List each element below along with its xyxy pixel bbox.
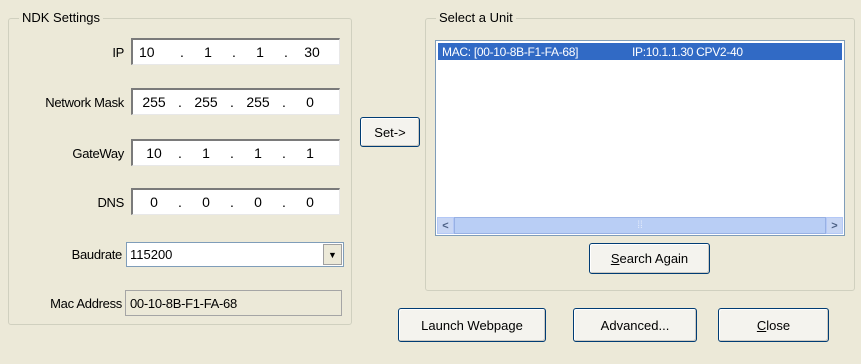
select-unit-title: Select a Unit <box>436 10 516 25</box>
gateway-octet-4[interactable]: 1 <box>289 145 331 161</box>
dns-octet-1[interactable]: 0 <box>133 194 175 210</box>
dns-octet-2[interactable]: 0 <box>185 194 227 210</box>
baudrate-select[interactable]: 115200 ▼ <box>126 242 344 267</box>
ip-label: IP <box>112 45 124 60</box>
unit-mac: MAC: [00-10-8B-F1-FA-68] <box>442 44 579 59</box>
ndk-settings-title: NDK Settings <box>19 10 104 25</box>
gateway-octet-1[interactable]: 10 <box>133 145 175 161</box>
arrow-left-icon[interactable]: < <box>437 217 454 234</box>
ip-octet-1[interactable]: 10 <box>133 44 177 60</box>
gateway-octet-2[interactable]: 1 <box>185 145 227 161</box>
list-item[interactable]: MAC: [00-10-8B-F1-FA-68] IP:10.1.1.30 CP… <box>438 43 842 60</box>
unit-ip: IP:10.1.1.30 CPV2-40 <box>632 44 743 59</box>
horizontal-scrollbar[interactable]: < ⁞⁞ > <box>437 217 843 234</box>
launch-webpage-button[interactable]: Launch Webpage <box>398 308 546 342</box>
advanced-button[interactable]: Advanced... <box>573 308 697 342</box>
gateway-input[interactable]: 10 . 1 . 1 . 1 <box>131 139 340 166</box>
dns-octet-3[interactable]: 0 <box>237 194 279 210</box>
close-button[interactable]: Close <box>718 308 829 342</box>
scrollbar-track[interactable]: ⁞⁞ <box>454 217 826 234</box>
ip-octet-2[interactable]: 1 <box>187 44 229 60</box>
arrow-right-icon[interactable]: > <box>826 217 843 234</box>
mask-octet-4[interactable]: 0 <box>289 94 331 110</box>
network-mask-input[interactable]: 255 . 255 . 255 . 0 <box>131 88 340 115</box>
dns-input[interactable]: 0 . 0 . 0 . 0 <box>131 188 340 215</box>
network-mask-label: Network Mask <box>45 95 124 110</box>
ip-address-input[interactable]: 10 . 1 . 1 . 30 <box>131 38 340 65</box>
dns-octet-4[interactable]: 0 <box>289 194 331 210</box>
mask-octet-3[interactable]: 255 <box>237 94 279 110</box>
ip-octet-3[interactable]: 1 <box>239 44 281 60</box>
ip-octet-4[interactable]: 30 <box>291 44 333 60</box>
baudrate-value: 115200 <box>130 247 173 262</box>
mask-octet-2[interactable]: 255 <box>185 94 227 110</box>
mac-address-label: Mac Address <box>50 296 122 311</box>
unit-list[interactable]: MAC: [00-10-8B-F1-FA-68] IP:10.1.1.30 CP… <box>435 40 845 236</box>
mask-octet-1[interactable]: 255 <box>133 94 175 110</box>
gateway-octet-3[interactable]: 1 <box>237 145 279 161</box>
chevron-down-icon[interactable]: ▼ <box>323 244 342 265</box>
gateway-label: GateWay <box>72 146 124 161</box>
search-again-button[interactable]: Search Again <box>589 243 710 274</box>
dns-label: DNS <box>97 195 124 210</box>
scrollbar-thumb[interactable]: ⁞⁞ <box>454 217 826 234</box>
set-button[interactable]: Set-> <box>360 117 420 147</box>
baudrate-label: Baudrate <box>71 247 123 262</box>
mac-address-field: 00-10-8B-F1-FA-68 <box>125 290 342 316</box>
